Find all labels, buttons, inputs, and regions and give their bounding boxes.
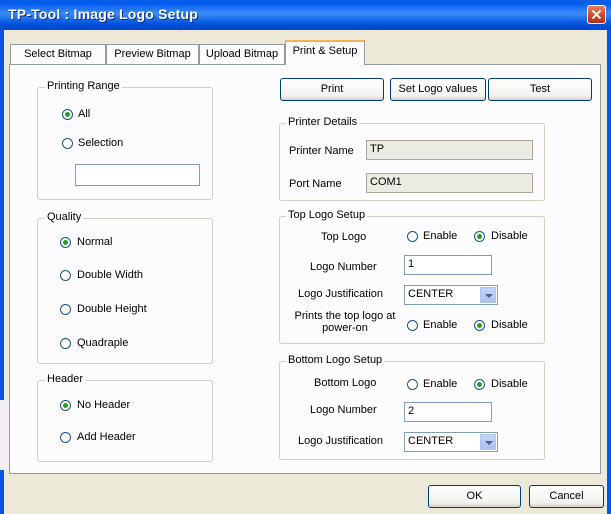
double-height-radio[interactable] bbox=[60, 304, 71, 315]
top-logo-enable-radio[interactable] bbox=[407, 231, 418, 242]
quality-legend: Quality bbox=[45, 211, 84, 223]
header-legend: Header bbox=[45, 373, 86, 385]
printer-name-field: TP bbox=[366, 140, 533, 160]
ok-button[interactable]: OK bbox=[428, 485, 521, 508]
chevron-down-icon[interactable] bbox=[480, 287, 496, 303]
top-logo-disable-label: Disable bbox=[491, 230, 528, 242]
poweron-disable-radio[interactable] bbox=[474, 320, 485, 331]
bottom-logo-justification-value: CENTER bbox=[408, 435, 454, 447]
tab-upload-bitmap[interactable]: Upload Bitmap bbox=[199, 44, 285, 64]
add-header-radio[interactable] bbox=[60, 432, 71, 443]
top-logo-justification-value: CENTER bbox=[408, 288, 454, 300]
selection-label: Selection bbox=[78, 137, 124, 149]
chevron-down-icon[interactable] bbox=[480, 434, 496, 450]
print-button[interactable]: Print bbox=[280, 78, 384, 101]
bottom-logo-disable-label: Disable bbox=[491, 378, 528, 390]
no-header-radio[interactable] bbox=[60, 400, 71, 411]
close-button[interactable] bbox=[587, 5, 606, 24]
top-logo-number-label: Logo Number bbox=[310, 261, 377, 273]
top-logo-justification-label: Logo Justification bbox=[298, 288, 383, 300]
printer-details-legend: Printer Details bbox=[286, 116, 360, 128]
port-name-label: Port Name bbox=[289, 178, 342, 190]
quadraple-label: Quadraple bbox=[77, 337, 129, 349]
normal-label: Normal bbox=[77, 236, 113, 248]
printing-range-legend: Printing Range bbox=[45, 80, 122, 92]
selection-input[interactable] bbox=[75, 164, 200, 186]
top-logo-legend: Top Logo Setup bbox=[286, 209, 368, 221]
bottom-logo-number-input[interactable]: 2 bbox=[404, 402, 492, 422]
tab-preview-bitmap[interactable]: Preview Bitmap bbox=[106, 44, 199, 64]
set-logo-values-button[interactable]: Set Logo values bbox=[390, 78, 486, 101]
no-header-label: No Header bbox=[77, 399, 131, 411]
tab-select-bitmap[interactable]: Select Bitmap bbox=[10, 44, 106, 64]
tab-print-setup[interactable]: Print & Setup bbox=[285, 40, 365, 65]
header-group bbox=[37, 380, 213, 462]
double-width-radio[interactable] bbox=[60, 270, 71, 281]
quadraple-radio[interactable] bbox=[60, 338, 71, 349]
poweron-enable-radio[interactable] bbox=[407, 320, 418, 331]
bottom-logo-disable-radio[interactable] bbox=[474, 379, 485, 390]
bottom-logo-legend: Bottom Logo Setup bbox=[286, 354, 385, 366]
all-radio[interactable] bbox=[62, 109, 73, 120]
poweron-disable-label: Disable bbox=[491, 319, 528, 331]
double-width-label: Double Width bbox=[77, 269, 144, 281]
cancel-button[interactable]: Cancel bbox=[529, 485, 604, 508]
bottom-logo-enable-radio[interactable] bbox=[407, 379, 418, 390]
normal-radio[interactable] bbox=[60, 237, 71, 248]
top-logo-label: Top Logo bbox=[321, 231, 367, 243]
top-logo-number-input[interactable]: 1 bbox=[404, 255, 492, 275]
top-logo-enable-label: Enable bbox=[423, 230, 458, 242]
poweron-label-line2: power-on bbox=[322, 322, 368, 334]
close-icon bbox=[591, 9, 602, 20]
test-button[interactable]: Test bbox=[488, 78, 592, 101]
add-header-label: Add Header bbox=[77, 431, 136, 443]
poweron-enable-label: Enable bbox=[423, 319, 458, 331]
bottom-logo-enable-label: Enable bbox=[423, 378, 458, 390]
window-title: TP-Tool : Image Logo Setup bbox=[8, 6, 199, 22]
port-name-field: COM1 bbox=[366, 173, 533, 193]
bottom-logo-justification-label: Logo Justification bbox=[298, 435, 383, 447]
all-label: All bbox=[78, 108, 91, 120]
poweron-label-line1: Prints the top logo at bbox=[294, 310, 396, 322]
selection-radio[interactable] bbox=[62, 138, 73, 149]
top-logo-disable-radio[interactable] bbox=[474, 231, 485, 242]
printer-name-label: Printer Name bbox=[289, 145, 354, 157]
bottom-logo-label: Bottom Logo bbox=[314, 377, 377, 389]
bottom-logo-number-label: Logo Number bbox=[310, 404, 377, 416]
double-height-label: Double Height bbox=[77, 303, 147, 315]
